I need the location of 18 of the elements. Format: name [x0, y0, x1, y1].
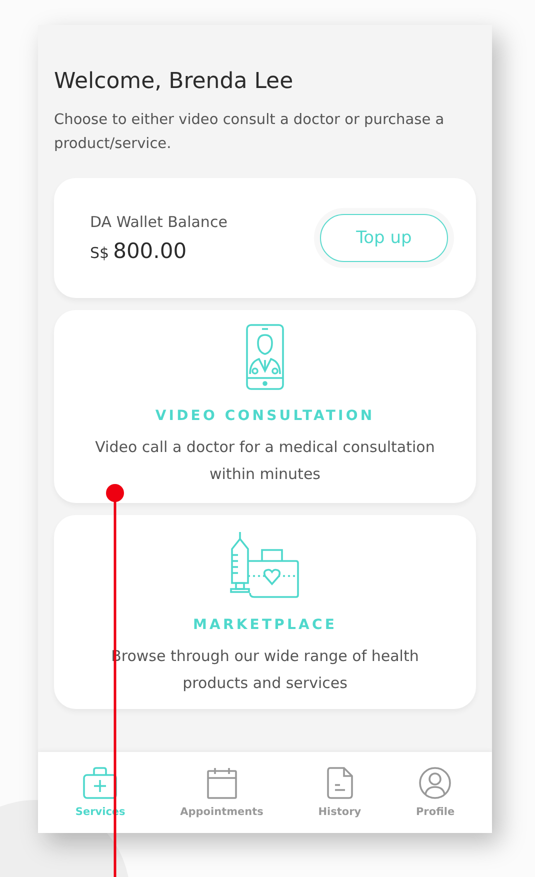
wallet-label: DA Wallet Balance: [90, 213, 228, 231]
service-title: MARKETPLACE: [193, 617, 337, 633]
nav-tab[interactable]: Appointments: [180, 767, 264, 818]
phone-doctor-icon: [246, 324, 284, 390]
document-icon: [326, 767, 353, 799]
service-title: VIDEO CONSULTATION: [155, 408, 375, 424]
user-profile-icon: [419, 767, 452, 799]
currency-label: S$: [90, 244, 110, 262]
syringe-and-medical-bag-icon: [230, 531, 300, 599]
nav-tab[interactable]: Profile: [416, 767, 455, 818]
welcome-subtitle: Choose to either video consult a doctor or purchase a product/service.: [54, 111, 446, 154]
service-card[interactable]: VIDEO CONSULTATION Video call a doctor for a medical consultation within minutes: [54, 310, 476, 503]
medical-bag-icon: [83, 767, 118, 799]
nav-tab[interactable]: History: [318, 767, 362, 818]
service-description: Video call a doctor for a medical consultation within minutes: [94, 437, 436, 485]
welcome-title: Welcome, Brenda Lee: [54, 69, 294, 94]
calendar-icon: [206, 767, 237, 799]
wallet-amount: 800.00: [113, 239, 187, 263]
